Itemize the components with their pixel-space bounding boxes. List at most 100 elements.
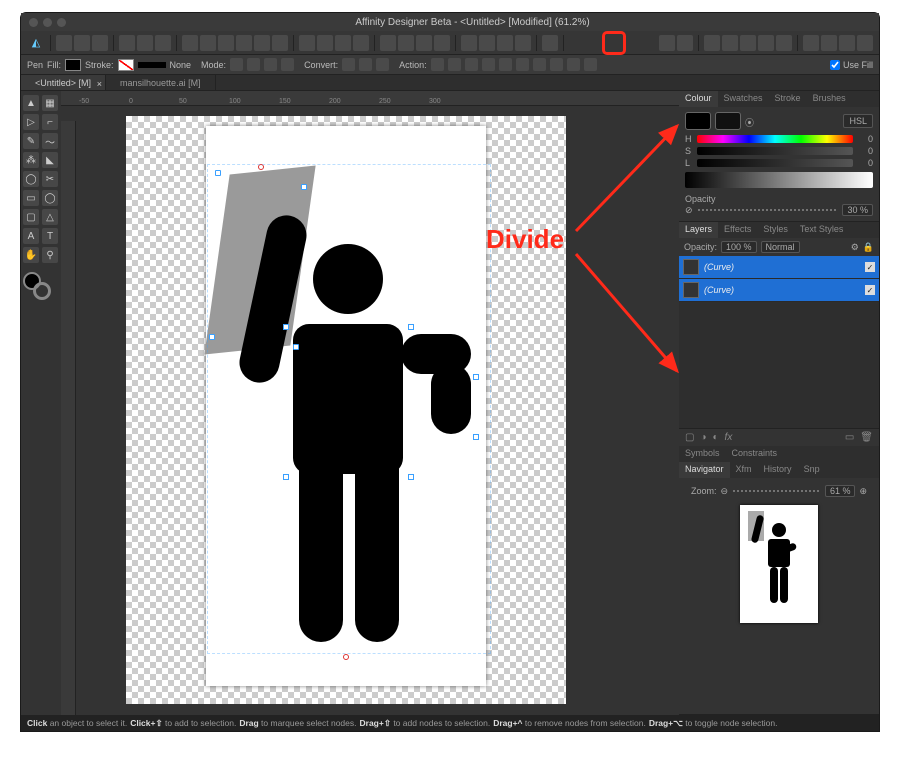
action-close-icon[interactable] — [448, 58, 461, 71]
opacity-value[interactable]: 30 % — [842, 204, 873, 216]
guide-icon[interactable] — [155, 35, 171, 51]
hue-slider[interactable] — [697, 135, 853, 143]
close-tab-icon[interactable]: × — [97, 76, 102, 92]
layer-options-icon[interactable]: ⚙ — [851, 242, 859, 253]
persona-export-icon[interactable] — [92, 35, 108, 51]
tab-styles[interactable]: Styles — [757, 222, 794, 238]
triangle-tool-icon[interactable]: △ — [42, 209, 58, 225]
mode-pen-icon[interactable] — [230, 58, 243, 71]
mask-layer-icon[interactable]: ◑ — [700, 432, 706, 443]
use-fill-input[interactable] — [830, 60, 840, 70]
hand-tool-icon[interactable]: ✋ — [23, 247, 39, 263]
move-backward-icon[interactable] — [398, 35, 414, 51]
document-tab-mansilhouette[interactable]: mansilhouette.ai [M] — [106, 75, 216, 90]
stroke-swatch[interactable] — [118, 59, 134, 71]
node-tool-icon[interactable]: ▷ — [23, 114, 39, 130]
lock-layer-icon[interactable]: 🔒 — [863, 242, 874, 253]
transparency-tool-icon[interactable]: ◯ — [23, 171, 39, 187]
zoom-tool-icon[interactable]: ⚲ — [42, 247, 58, 263]
pen-tool-icon[interactable]: ✎ — [23, 133, 39, 149]
space-v-icon[interactable] — [353, 35, 369, 51]
color-well-secondary[interactable] — [715, 112, 741, 130]
minimize-window-icon[interactable] — [43, 18, 52, 27]
move-tool-icon[interactable]: ▲ — [23, 95, 39, 111]
action-smooth-icon[interactable] — [465, 58, 478, 71]
shape-tool-icon[interactable]: ▭ — [23, 190, 39, 206]
noise-toggle-icon[interactable]: ⊘ — [685, 205, 693, 216]
crop-tool-icon[interactable]: ✂ — [42, 171, 58, 187]
convert-curves-icon[interactable] — [659, 35, 675, 51]
action-join-icon[interactable] — [482, 58, 495, 71]
insert-target-icon[interactable] — [803, 35, 819, 51]
flip-h-icon[interactable] — [461, 35, 477, 51]
flip-v-icon[interactable] — [479, 35, 495, 51]
opacity-slider[interactable] — [697, 208, 839, 212]
persona-designer-icon[interactable] — [56, 35, 72, 51]
tab-symbols[interactable]: Symbols — [679, 446, 726, 462]
move-back-icon[interactable] — [380, 35, 396, 51]
tab-text-styles[interactable]: Text Styles — [794, 222, 850, 238]
brush-tool-icon[interactable]: ⁂ — [23, 152, 39, 168]
group-icon[interactable]: ▭ — [845, 432, 854, 443]
distribute-h-icon[interactable] — [299, 35, 315, 51]
use-fill-checkbox[interactable]: Use Fill — [830, 60, 873, 70]
layer-list[interactable]: (Curve) ✓ (Curve) ✓ — [679, 256, 879, 428]
ellipse-tool-icon[interactable]: ◯ — [42, 190, 58, 206]
zoom-value[interactable]: 61 % — [825, 485, 856, 497]
lock-icon[interactable] — [542, 35, 558, 51]
eyedropper-icon[interactable]: ⦿ — [745, 116, 755, 126]
tab-colour[interactable]: Colour — [679, 91, 718, 107]
tab-snapping[interactable]: Snp — [798, 462, 826, 478]
pencil-tool-icon[interactable]: ～ — [42, 133, 58, 149]
adjustment-icon[interactable]: ◐ — [713, 432, 719, 443]
zoom-in-icon[interactable]: ⊕ — [859, 486, 867, 497]
art-text-icon[interactable]: T — [42, 228, 58, 244]
tab-effects[interactable]: Effects — [718, 222, 757, 238]
divide-boolean-icon[interactable] — [758, 35, 774, 51]
align-left-icon[interactable] — [182, 35, 198, 51]
tab-navigator[interactable]: Navigator — [679, 462, 730, 478]
navigator-thumbnail[interactable] — [740, 505, 818, 623]
mode-smart-icon[interactable] — [247, 58, 260, 71]
tab-swatches[interactable]: Swatches — [718, 91, 769, 107]
fx-icon[interactable]: fx — [725, 432, 733, 443]
tab-stroke[interactable]: Stroke — [769, 91, 807, 107]
align-right-icon[interactable] — [218, 35, 234, 51]
combine-boolean-icon[interactable] — [776, 35, 792, 51]
zoom-window-icon[interactable] — [57, 18, 66, 27]
intersect-boolean-icon[interactable] — [740, 35, 756, 51]
insert-behind-icon[interactable] — [839, 35, 855, 51]
layer-opacity-select[interactable]: 100 % — [721, 241, 757, 253]
action-reverse-icon[interactable] — [499, 58, 512, 71]
insert-front-icon[interactable] — [857, 35, 873, 51]
fill-stroke-selector[interactable] — [23, 272, 51, 300]
tab-layers[interactable]: Layers — [679, 222, 718, 238]
align-bottom-icon[interactable] — [272, 35, 288, 51]
artboard-tool-icon[interactable]: ▦ — [42, 95, 58, 111]
saturation-slider[interactable] — [697, 147, 853, 155]
add-boolean-icon[interactable] — [704, 35, 720, 51]
stroke-well-icon[interactable] — [33, 282, 51, 300]
action-e-icon[interactable] — [584, 58, 597, 71]
insert-inside-icon[interactable] — [821, 35, 837, 51]
stroke-preview[interactable] — [138, 62, 166, 68]
layer-visible-checkbox[interactable]: ✓ — [865, 285, 875, 295]
tab-constraints[interactable]: Constraints — [726, 446, 784, 462]
persona-pixel-icon[interactable] — [74, 35, 90, 51]
move-front-icon[interactable] — [434, 35, 450, 51]
lightness-gradient[interactable] — [685, 172, 873, 188]
grid-icon[interactable] — [119, 35, 135, 51]
mode-polygon-icon[interactable] — [264, 58, 277, 71]
tab-history[interactable]: History — [758, 462, 798, 478]
delete-layer-icon[interactable]: 🗑 — [860, 432, 873, 443]
align-hcenter-icon[interactable] — [200, 35, 216, 51]
layer-row[interactable]: (Curve) ✓ — [679, 256, 879, 279]
corner-icon[interactable] — [677, 35, 693, 51]
convert-smooth-icon[interactable] — [359, 58, 372, 71]
action-b-icon[interactable] — [533, 58, 546, 71]
action-d-icon[interactable] — [567, 58, 580, 71]
zoom-out-icon[interactable]: ⊖ — [721, 486, 729, 497]
text-frame-icon[interactable]: A — [23, 228, 39, 244]
corner-tool-icon[interactable]: ⌐ — [42, 114, 58, 130]
tab-brushes[interactable]: Brushes — [807, 91, 852, 107]
